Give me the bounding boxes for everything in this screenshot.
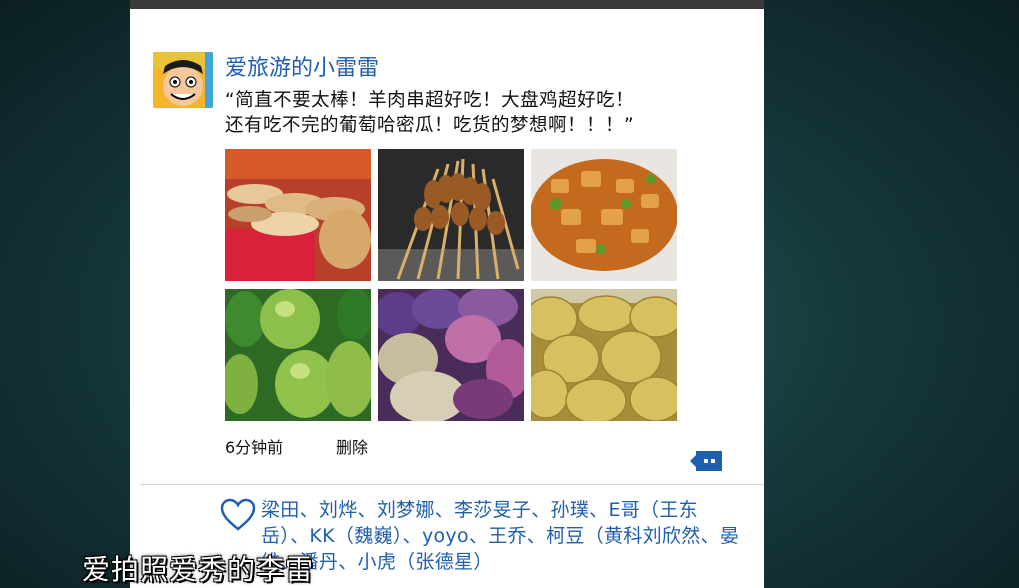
likes-list: 梁田、刘烨、刘梦娜、李莎旻子、孙璞、E哥（王东岳）、KK（魏巍）、yoyo、王乔… (261, 497, 741, 575)
comment-icon[interactable] (688, 449, 724, 473)
photo-raisins-piles[interactable] (378, 289, 524, 421)
window-top-bar (130, 0, 764, 9)
post-text-line: 还有吃不完的葡萄哈密瓜！吃货的梦想啊！！！” (225, 115, 635, 136)
like-user[interactable]: yoyo、 (422, 525, 488, 547)
like-user[interactable]: KK（魏巍）、 (309, 525, 422, 547)
like-user[interactable]: 刘烨、 (319, 499, 377, 521)
photo-grid (225, 149, 677, 421)
photo-hami-melons[interactable] (531, 289, 677, 421)
photo-green-fruits[interactable] (225, 289, 371, 421)
post-text: “简直不要太棒！羊肉串超好吃！大盘鸡超好吃！ 还有吃不完的葡萄哈密瓜！吃货的梦想… (225, 88, 735, 138)
like-user[interactable]: 柯豆（黄科 (546, 525, 643, 547)
like-user[interactable]: 刘欣然、 (643, 525, 720, 547)
moments-post-card: 爱旅游的小雷雷 “简直不要太棒！羊肉串超好吃！大盘鸡超好吃！ 还有吃不完的葡萄哈… (130, 0, 764, 588)
like-user[interactable]: 孙璞、 (551, 499, 609, 521)
heart-icon[interactable] (220, 498, 256, 532)
divider (140, 484, 764, 485)
delete-button[interactable]: 删除 (336, 434, 368, 458)
like-user[interactable]: 王乔、 (488, 525, 546, 547)
like-user[interactable]: 刘梦娜、 (377, 499, 454, 521)
like-user[interactable]: 梁田、 (261, 499, 319, 521)
avatar[interactable] (153, 52, 213, 108)
like-user[interactable]: 小虎（张德星） (358, 551, 493, 573)
video-subtitle: 爱拍照爱秀的李雷 (82, 553, 315, 586)
photo-big-plate-chicken[interactable] (531, 149, 677, 281)
photo-lamb-skewers[interactable] (378, 149, 524, 281)
like-user[interactable]: 李莎旻子、 (454, 499, 551, 521)
post-text-line: “简直不要太棒！羊肉串超好吃！大盘鸡超好吃！ (225, 90, 635, 111)
username-link[interactable]: 爱旅游的小雷雷 (225, 50, 379, 82)
photo-naan-bread-stall[interactable] (225, 149, 371, 281)
post-timestamp: 6分钟前 (225, 438, 284, 457)
